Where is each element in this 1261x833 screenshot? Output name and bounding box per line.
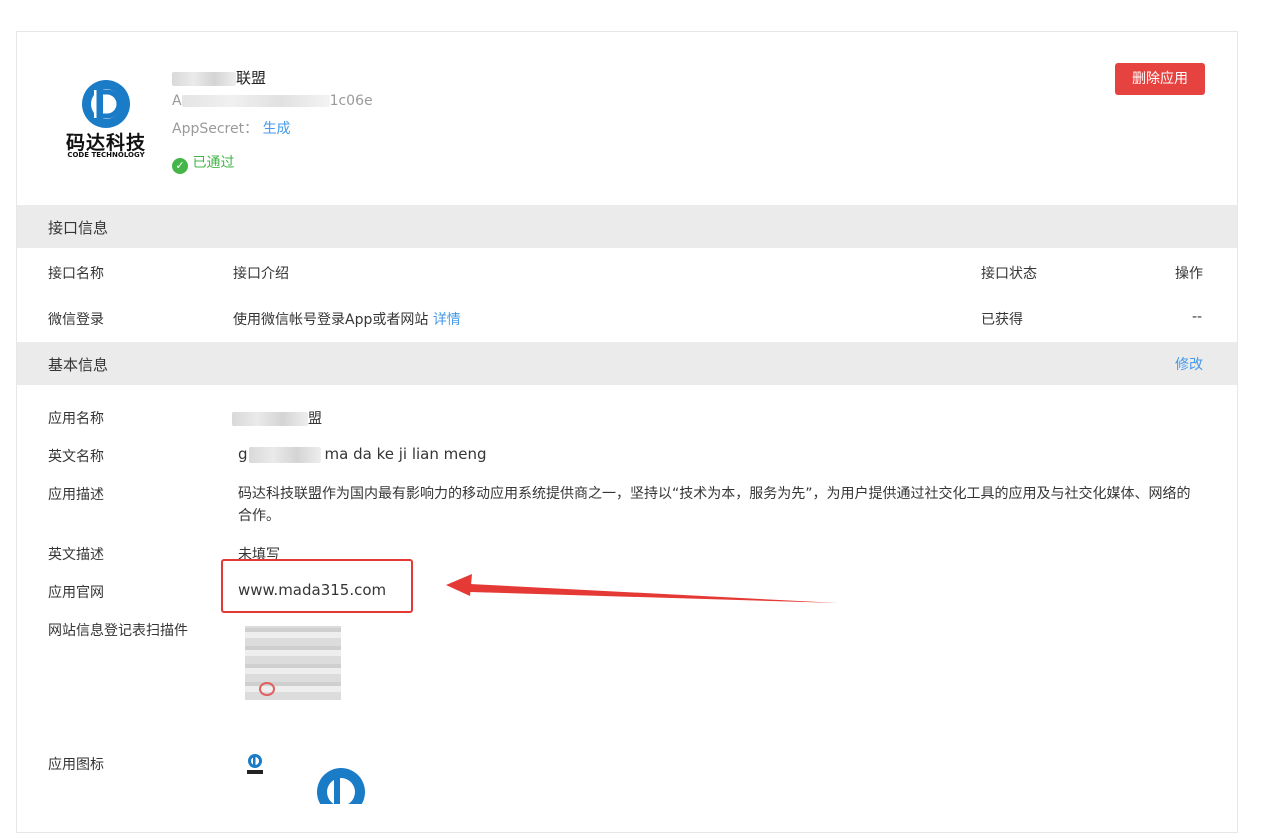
annotation-arrow	[446, 574, 838, 603]
